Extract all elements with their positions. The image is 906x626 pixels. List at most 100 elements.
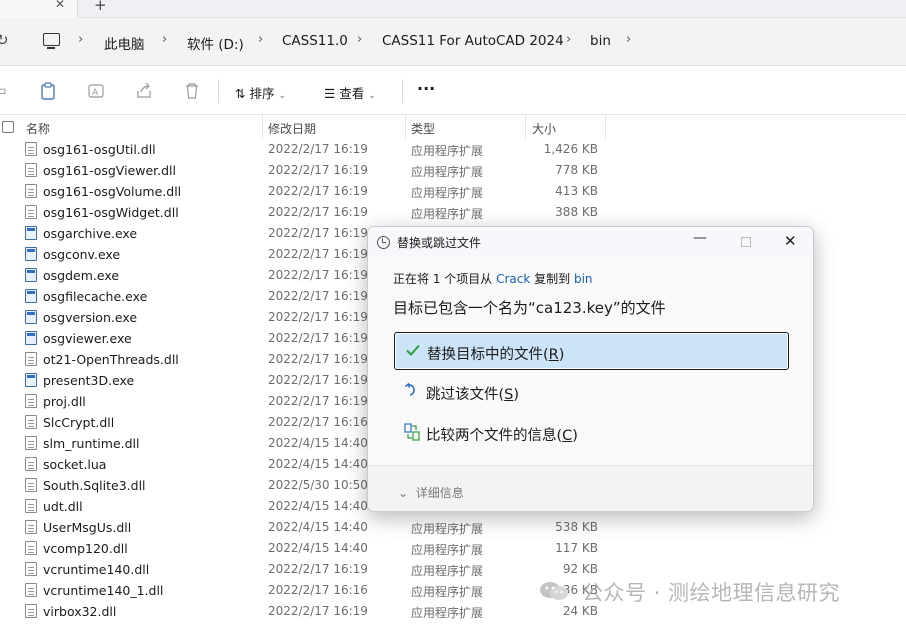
- dll-file-icon: [25, 583, 37, 597]
- delete-icon[interactable]: [184, 82, 200, 100]
- dll-file-icon: [25, 352, 37, 366]
- chevron-right-icon[interactable]: ›: [162, 32, 167, 47]
- more-options-button[interactable]: ···: [417, 79, 435, 98]
- breadcrumb-cass11-autocad[interactable]: CASS11 For AutoCAD 2024: [382, 33, 564, 49]
- dll-file-icon: [25, 541, 37, 555]
- clock-icon: [377, 236, 390, 249]
- destination-folder-link[interactable]: bin: [574, 272, 593, 286]
- dll-file-icon: [25, 184, 37, 198]
- file-name: udt.dll: [43, 499, 83, 514]
- replace-file-button[interactable]: 替换目标中的文件(R): [394, 332, 789, 370]
- maximize-icon: [741, 237, 751, 247]
- toolbar-divider: [402, 79, 403, 103]
- file-row[interactable]: osg161-osgWidget.dll 2022/2/17 16:19 应用程序扩…: [0, 202, 906, 223]
- column-separator[interactable]: [405, 115, 406, 139]
- file-size: 117 KB: [555, 541, 598, 555]
- file-name: osgdem.exe: [43, 268, 120, 283]
- file-size: 413 KB: [555, 184, 598, 198]
- refresh-icon[interactable]: ↻: [0, 31, 9, 49]
- column-header-type[interactable]: 类型: [411, 120, 435, 137]
- close-tab-icon[interactable]: ✕: [55, 0, 65, 11]
- source-folder-link[interactable]: Crack: [496, 272, 530, 286]
- chevron-right-icon[interactable]: ›: [357, 32, 362, 47]
- more-details-toggle[interactable]: ⌄ 详细信息: [398, 484, 464, 501]
- file-type: 应用程序扩展: [411, 606, 484, 620]
- file-type: 应用程序扩展: [411, 186, 484, 200]
- skip-file-button[interactable]: 跳过该文件(S): [394, 373, 789, 411]
- file-modified-date: 2022/2/17 16:19: [268, 310, 368, 324]
- explorer-tab[interactable]: ✕: [0, 0, 78, 18]
- file-row[interactable]: osg161-osgViewer.dll 2022/2/17 16:19 应用程序扩…: [0, 160, 906, 181]
- file-modified-date: 2022/2/17 16:19: [268, 247, 368, 261]
- chevron-right-icon[interactable]: ›: [566, 32, 571, 47]
- file-type: 应用程序扩展: [411, 522, 484, 536]
- file-modified-date: 2022/2/17 16:19: [268, 163, 368, 177]
- file-modified-date: 2022/2/17 16:19: [268, 289, 368, 303]
- exe-file-icon: [25, 289, 37, 303]
- file-row[interactable]: UserMsgUs.dll 2022/4/15 14:40 应用程序扩展 538 KB: [0, 517, 906, 538]
- chevron-right-icon[interactable]: ›: [258, 32, 263, 47]
- column-header-size[interactable]: 大小: [532, 120, 556, 137]
- file-row[interactable]: osg161-osgUtil.dll 2022/2/17 16:19 应用程序扩展 1…: [0, 139, 906, 160]
- breadcrumb-cass11[interactable]: CASS11.0: [282, 33, 348, 49]
- dialog-title-bar[interactable]: 替换或跳过文件 — ✕: [368, 227, 813, 257]
- lua-file-icon: [25, 457, 37, 471]
- file-size: 538 KB: [555, 520, 598, 534]
- column-separator[interactable]: [525, 115, 526, 139]
- file-modified-date: 2022/2/17 16:19: [268, 331, 368, 345]
- cut-icon[interactable]: ▭: [0, 82, 8, 100]
- chevron-down-icon: ⌄: [368, 91, 376, 101]
- file-name: vcruntime140_1.dll: [43, 583, 164, 598]
- dll-file-icon: [25, 562, 37, 576]
- replace-file-label: 替换目标中的文件(R): [427, 347, 565, 363]
- column-separator[interactable]: [262, 115, 263, 139]
- new-tab-icon[interactable]: +: [94, 0, 107, 14]
- status-mid: 复制到: [530, 272, 574, 286]
- file-size: 388 KB: [555, 205, 598, 219]
- breadcrumb-bin[interactable]: bin: [590, 33, 611, 49]
- file-modified-date: 2022/2/17 16:19: [268, 226, 368, 240]
- compare-files-button[interactable]: 比较两个文件的信息(C): [394, 414, 789, 452]
- compare-files-label: 比较两个文件的信息(C): [426, 428, 578, 444]
- sort-icon: ⇅: [235, 86, 250, 101]
- breadcrumb-this-pc[interactable]: 此电脑: [104, 33, 145, 53]
- close-icon[interactable]: ✕: [784, 232, 797, 250]
- share-icon[interactable]: [136, 82, 152, 100]
- file-row[interactable]: vcomp120.dll 2022/4/15 14:40 应用程序扩展 117 KB: [0, 538, 906, 559]
- file-type: 应用程序扩展: [411, 543, 484, 557]
- computer-icon[interactable]: [43, 33, 60, 49]
- file-name: osgconv.exe: [43, 247, 121, 262]
- column-headers: 名称 修改日期 类型 大小: [0, 115, 906, 139]
- dll-file-icon: [25, 478, 37, 492]
- toolbar-divider: [218, 79, 219, 103]
- file-size: 92 KB: [562, 562, 598, 576]
- file-modified-date: 2022/5/30 10:50: [268, 478, 368, 492]
- file-size: 778 KB: [555, 163, 598, 177]
- column-header-modified[interactable]: 修改日期: [268, 120, 316, 137]
- view-label: 查看: [339, 86, 365, 101]
- rename-icon[interactable]: A: [88, 82, 104, 100]
- file-modified-date: 2022/4/15 14:40: [268, 499, 368, 513]
- skip-file-label: 跳过该文件(S): [426, 387, 520, 403]
- file-name: UserMsgUs.dll: [43, 520, 132, 535]
- file-name: osg161-osgUtil.dll: [43, 142, 156, 157]
- breadcrumb-drive-d[interactable]: 软件 (D:): [187, 33, 244, 53]
- chevron-right-icon[interactable]: ›: [78, 32, 83, 47]
- select-all-checkbox[interactable]: [2, 121, 14, 133]
- skip-arrow-icon: [404, 382, 420, 400]
- file-modified-date: 2022/4/15 14:40: [268, 436, 368, 450]
- paste-icon[interactable]: [40, 82, 56, 100]
- view-button[interactable]: ☰ 查看 ⌄: [324, 83, 376, 102]
- sort-button[interactable]: ⇅ 排序 ⌄: [235, 83, 286, 102]
- file-name: osg161-osgVolume.dll: [43, 184, 182, 199]
- column-header-name[interactable]: 名称: [26, 120, 50, 137]
- dll-file-icon: [25, 142, 37, 156]
- file-row[interactable]: osg161-osgVolume.dll 2022/2/17 16:19 应用程序扩…: [0, 181, 906, 202]
- chevron-right-icon[interactable]: ›: [626, 32, 631, 47]
- minimize-icon[interactable]: —: [693, 230, 707, 246]
- file-name: osgfilecache.exe: [43, 289, 148, 304]
- file-modified-date: 2022/2/17 16:19: [268, 142, 368, 156]
- dialog-title: 替换或跳过文件: [397, 236, 482, 250]
- file-name: proj.dll: [43, 394, 86, 409]
- column-separator[interactable]: [605, 115, 606, 139]
